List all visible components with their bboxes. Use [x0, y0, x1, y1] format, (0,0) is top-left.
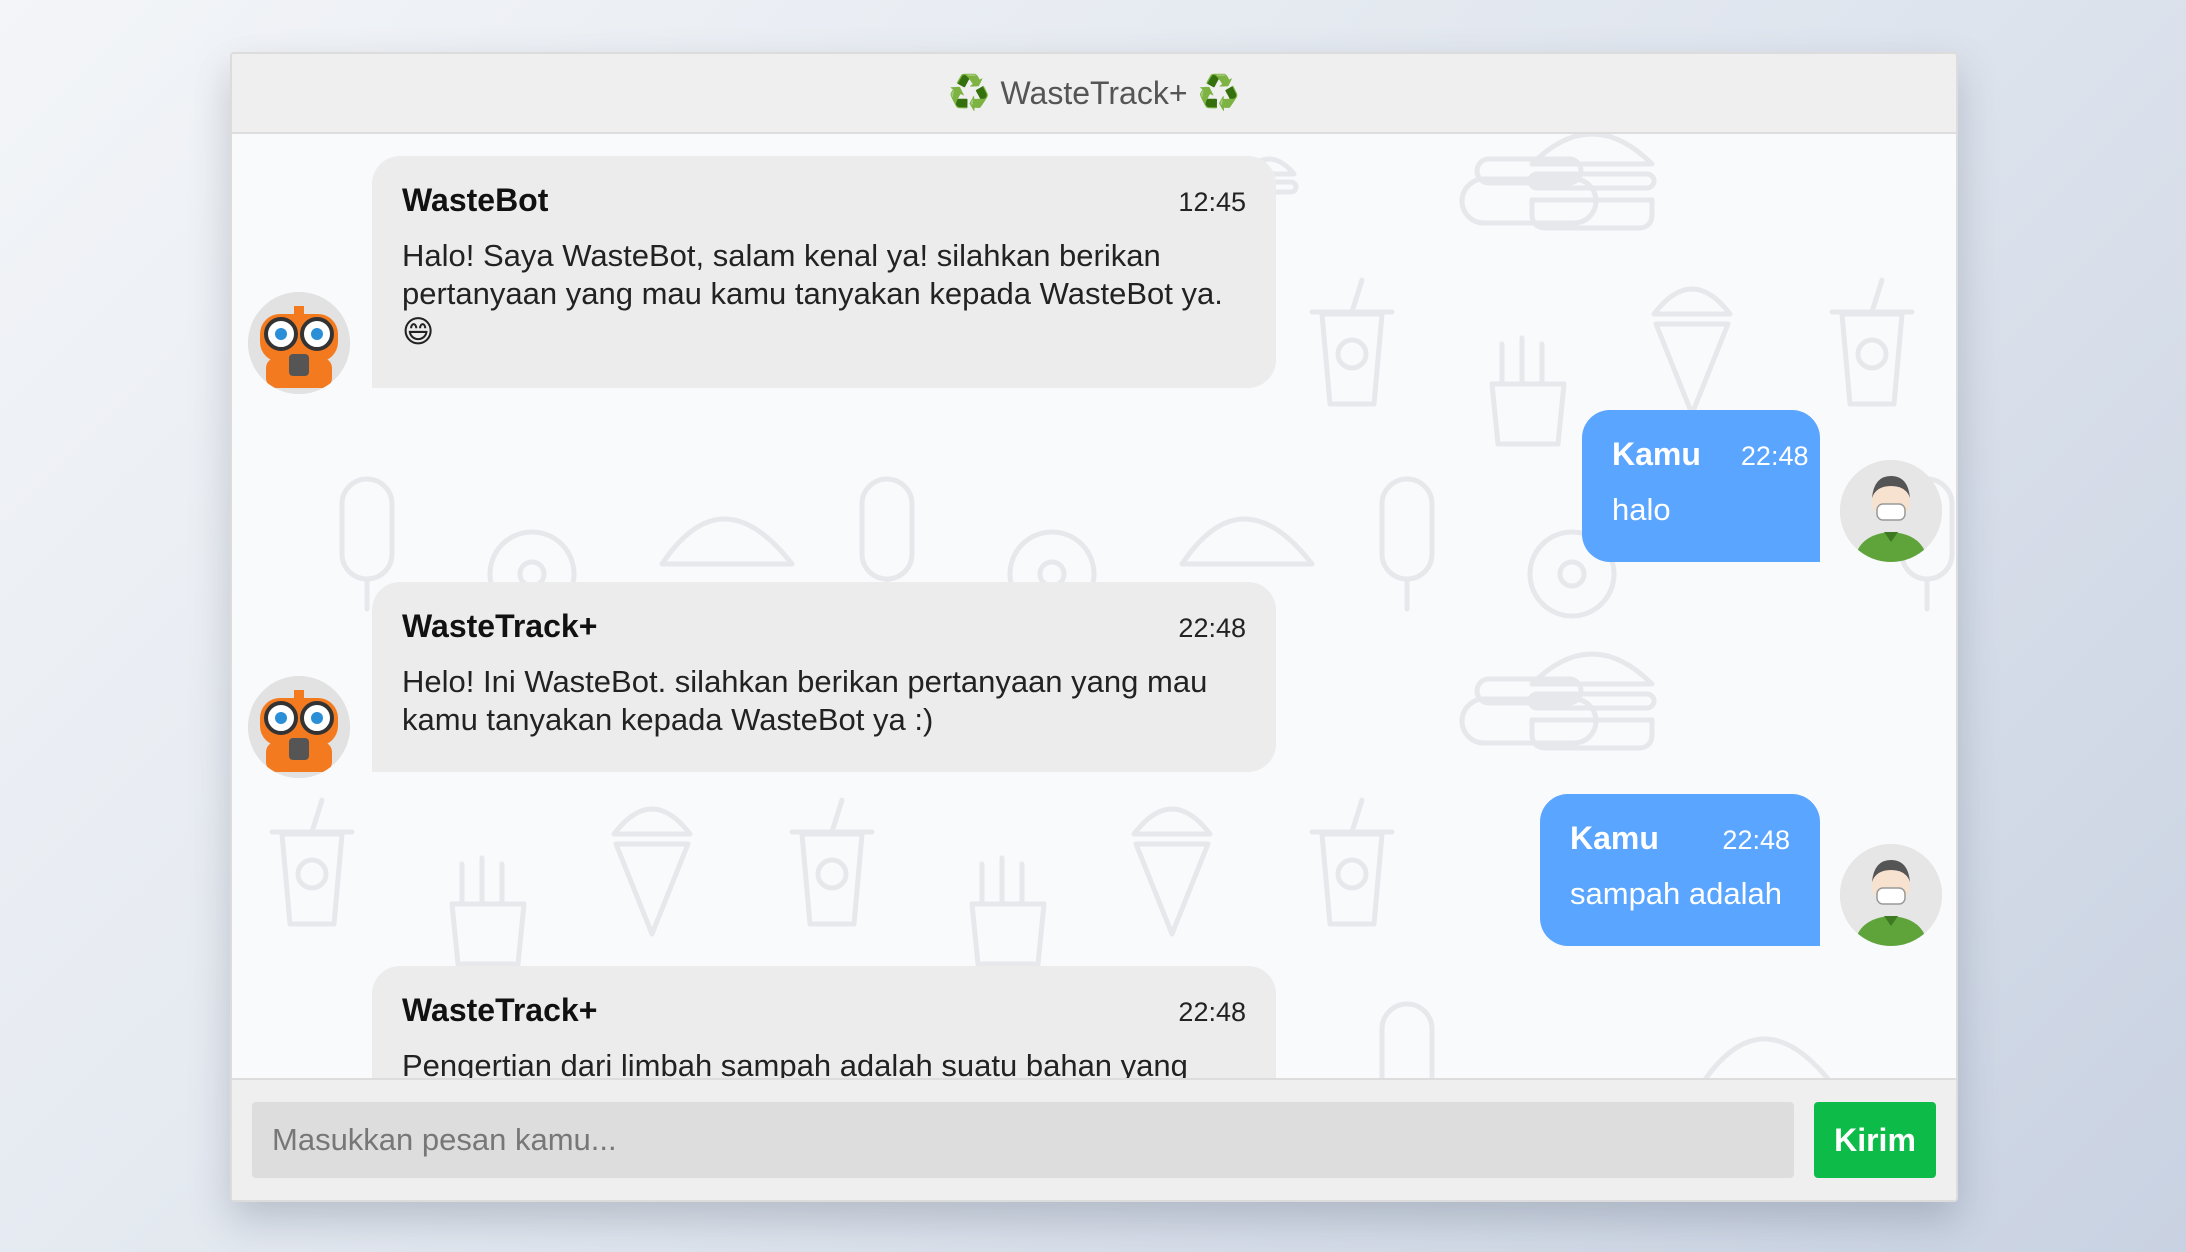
message-bubble: Kamu 22:48 sampah adalah [1540, 794, 1820, 946]
message-time: 12:45 [1178, 187, 1246, 217]
recycle-icon: ♻️ [1197, 74, 1240, 112]
hotdog-icon [1459, 676, 1599, 746]
sender-name: WasteBot [402, 182, 549, 218]
message-text: Halo! Saya WasteBot, salam kenal ya! sil… [402, 238, 1223, 349]
ice-cream-icon [611, 806, 693, 937]
user-avatar [1840, 844, 1942, 946]
message-time: 22:48 [1178, 613, 1246, 643]
user-avatar [1840, 460, 1942, 562]
ice-cream-icon [1131, 806, 1213, 937]
chat-header: ♻️ WasteTrack+ ♻️ [232, 54, 1956, 134]
message-bubble: WasteTrack+ 22:48 Helo! Ini WasteBot. si… [372, 582, 1276, 772]
message-time: 22:48 [1722, 825, 1790, 855]
message-input[interactable] [252, 1102, 1794, 1178]
message-time: 22:48 [1740, 441, 1809, 471]
message-bubble: WasteBot 12:45 Halo! Saya WasteBot, sala… [372, 156, 1276, 388]
message-bubble: Kamu 22:48 halo [1582, 410, 1820, 562]
sender-name: WasteTrack+ [402, 608, 598, 644]
fries-icon [1489, 335, 1567, 447]
fries-icon [449, 855, 527, 967]
ice-cream-icon [1651, 286, 1733, 417]
robot-avatar [248, 676, 350, 778]
hotdog-icon [1459, 156, 1599, 226]
cup-icon [1829, 277, 1915, 407]
robot-avatar [248, 292, 350, 394]
cup-icon [269, 797, 355, 927]
sender-name: Kamu [1570, 820, 1659, 856]
sender-name: WasteTrack+ [402, 992, 598, 1028]
sender-name: Kamu [1612, 436, 1701, 472]
taco-icon [1179, 516, 1315, 567]
app-title: WasteTrack+ [1000, 74, 1188, 111]
message-list[interactable]: WasteBot 12:45 Halo! Saya WasteBot, sala… [232, 134, 1956, 1132]
message-text: Helo! Ini WasteBot. silahkan berikan per… [402, 664, 1208, 737]
send-button[interactable]: Kirim [1814, 1102, 1936, 1178]
popsicle-icon [1379, 476, 1435, 612]
cup-icon [1309, 277, 1395, 407]
message-text: sampah adalah [1570, 876, 1782, 911]
chat-window: ♻️ WasteTrack+ ♻️ WasteBot 12:45 Halo! S… [230, 52, 1958, 1202]
input-bar: Kirim [232, 1078, 1956, 1200]
fries-icon [969, 855, 1047, 967]
cup-icon [789, 797, 875, 927]
message-time: 22:48 [1178, 997, 1246, 1027]
message-text: halo [1612, 492, 1671, 527]
cup-icon [1309, 797, 1395, 927]
recycle-icon: ♻️ [948, 74, 991, 112]
taco-icon [659, 516, 795, 567]
